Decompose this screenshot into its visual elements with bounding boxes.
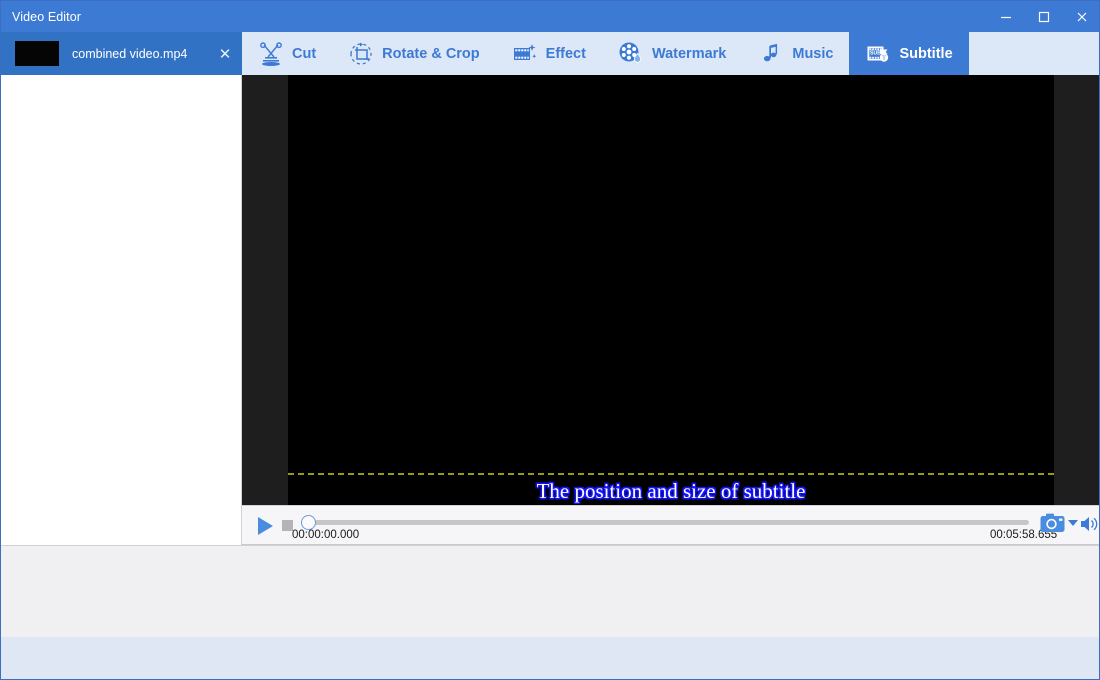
tab-subtitle-label: Subtitle: [899, 46, 952, 62]
maximize-button[interactable]: [1025, 1, 1063, 32]
player-controls: 00:00:00.000 00:05:58.655: [242, 505, 1100, 545]
dialog-footer: OK Cancel: [1, 637, 1099, 679]
file-tab-label: combined video.mp4: [72, 47, 212, 61]
current-time-label: 00:00:00.000: [292, 529, 359, 541]
tab-effect-label: Effect: [546, 46, 586, 62]
scissors-icon: [258, 41, 284, 67]
window-title: Video Editor: [1, 10, 81, 24]
music-note-icon: [758, 41, 784, 67]
video-preview-panel: The position and size of subtitle: [242, 75, 1100, 505]
file-tab-combined-video[interactable]: combined video.mp4 ✕: [1, 32, 242, 75]
tab-music-label: Music: [792, 46, 833, 62]
tool-tabs: Cut Rotate & Crop: [242, 32, 969, 75]
subtitle-guide-line: [288, 473, 1054, 475]
tab-watermark-label: Watermark: [652, 46, 726, 62]
minimize-button[interactable]: [987, 1, 1025, 32]
media-list-panel: [1, 75, 242, 545]
window-controls: [987, 1, 1100, 32]
speaker-icon[interactable]: [1080, 515, 1100, 533]
video-canvas[interactable]: The position and size of subtitle: [288, 75, 1054, 505]
effect-film-icon: [512, 41, 538, 67]
tab-watermark[interactable]: Watermark: [602, 32, 742, 75]
file-close-icon[interactable]: ✕: [212, 45, 238, 63]
video-editor-window: Video Editor combined video.mp4 ✕: [0, 0, 1100, 680]
rotate-crop-icon: [348, 41, 374, 67]
close-button[interactable]: [1063, 1, 1100, 32]
chevron-down-icon[interactable]: [1068, 520, 1078, 526]
svg-text:T: T: [882, 54, 886, 61]
tab-effect[interactable]: Effect: [496, 32, 602, 75]
subtitle-preview-text[interactable]: The position and size of subtitle: [288, 479, 1054, 504]
tab-cut-label: Cut: [292, 46, 316, 62]
subtitle-editor-panel: Subtitle: ✕: [1, 545, 1099, 637]
seek-bar[interactable]: [305, 520, 1029, 525]
tab-cut[interactable]: Cut: [242, 32, 332, 75]
tab-rotate-crop[interactable]: Rotate & Crop: [332, 32, 495, 75]
subtitle-film-icon: SUB T: [865, 41, 891, 67]
file-thumbnail: [15, 41, 59, 66]
seek-handle[interactable]: [301, 515, 316, 530]
title-bar: Video Editor: [1, 1, 1100, 32]
tab-subtitle[interactable]: SUB T Subtitle: [849, 32, 968, 75]
toolbar: combined video.mp4 ✕: [1, 32, 1100, 75]
play-button[interactable]: [254, 515, 276, 537]
watermark-drop-icon: [618, 41, 644, 67]
tab-rotate-crop-label: Rotate & Crop: [382, 46, 479, 62]
svg-text:SUB: SUB: [870, 50, 881, 56]
tab-music[interactable]: Music: [742, 32, 849, 75]
camera-icon[interactable]: [1040, 512, 1067, 536]
